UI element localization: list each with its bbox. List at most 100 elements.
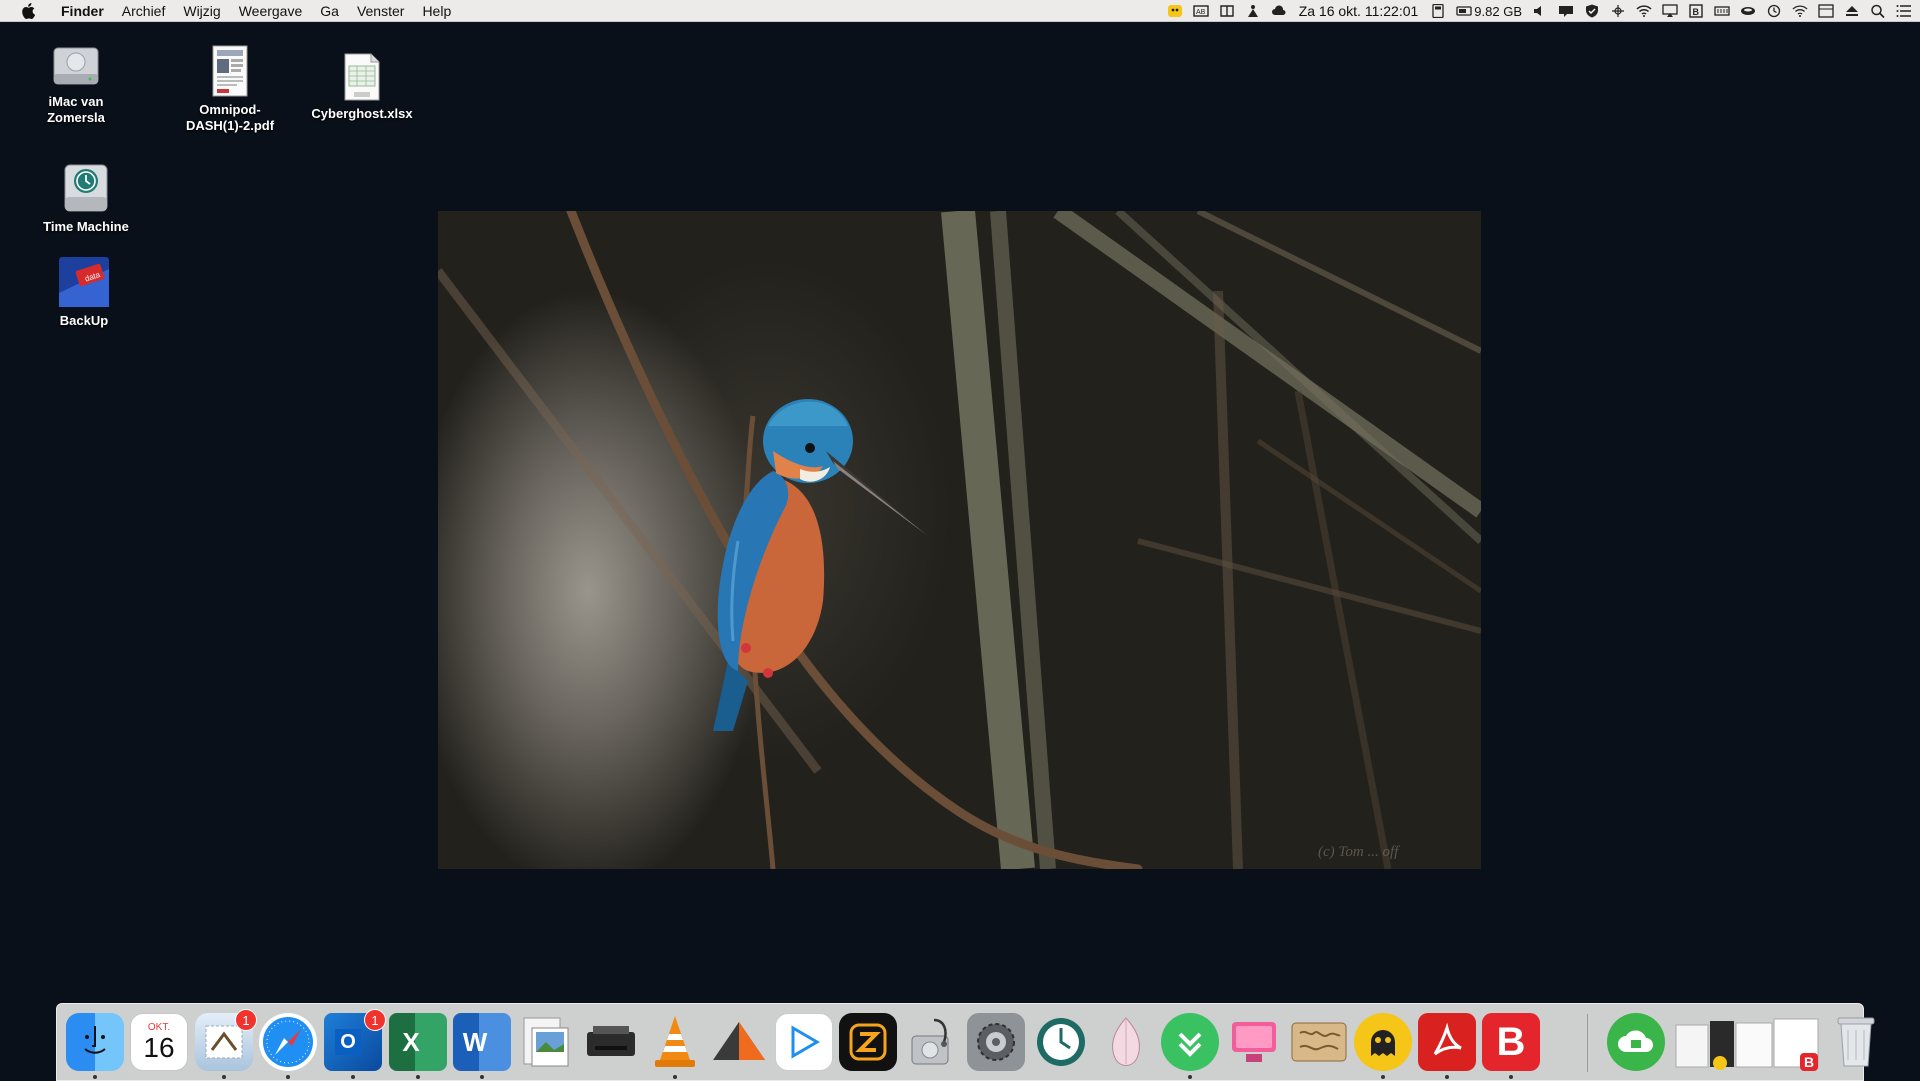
menu-finder[interactable]: Finder xyxy=(52,0,113,22)
spotlight-search-icon[interactable] xyxy=(1869,4,1886,18)
backup-drive-icon: data xyxy=(57,255,111,309)
compass-icon xyxy=(263,1017,313,1067)
desktop-icon-backup[interactable]: data BackUp xyxy=(29,255,139,329)
desktop-icon-cyberghost-xlsx[interactable]: Cyberghost.xlsx xyxy=(307,52,417,122)
desktop-icon-omnipod-pdf[interactable]: Omnipod- DASH(1)-2.pdf xyxy=(175,44,285,134)
crosshair-status-icon[interactable] xyxy=(1609,4,1626,18)
dock-system-preferences[interactable] xyxy=(967,1013,1025,1071)
time-machine-status-icon[interactable] xyxy=(1765,4,1782,18)
person-status-icon[interactable] xyxy=(1245,4,1262,18)
svg-text:B: B xyxy=(1804,1054,1814,1070)
bartender-status-icon[interactable]: B xyxy=(1687,4,1704,18)
finder-face-icon xyxy=(84,1026,106,1054)
wifi-icon[interactable] xyxy=(1635,4,1652,18)
dock-cleanmymac[interactable] xyxy=(1225,1013,1283,1071)
running-indicator xyxy=(1188,1075,1192,1079)
dock-upload-app[interactable] xyxy=(1607,1013,1665,1071)
notification-status-icon[interactable] xyxy=(1557,4,1574,18)
cloud-status-icon[interactable] xyxy=(1271,4,1288,18)
running-indicator xyxy=(480,1075,484,1079)
dock-preview[interactable] xyxy=(517,1013,575,1071)
airplay-icon[interactable] xyxy=(1661,4,1678,18)
running-indicator xyxy=(222,1075,226,1079)
coffee-status-icon[interactable] xyxy=(1739,4,1756,18)
menubar-clock[interactable]: Za 16 okt. 11:22:01 xyxy=(1297,3,1421,19)
gear-icon xyxy=(977,1023,1015,1061)
drive-status-icon xyxy=(1455,4,1472,18)
clock-icon xyxy=(1037,1018,1085,1066)
desktop-icon-label: iMac van Zomersla xyxy=(47,94,105,125)
volume-icon[interactable] xyxy=(1531,4,1548,18)
dock-artstudio[interactable] xyxy=(710,1013,768,1071)
dock-calendar[interactable]: OKT. 16 xyxy=(130,1013,188,1071)
computer-cleaner-icon xyxy=(1232,1022,1276,1062)
dock-infuse[interactable] xyxy=(775,1013,833,1071)
dock-garlic[interactable] xyxy=(1097,1013,1155,1071)
excel-letter-icon: X xyxy=(402,1026,420,1057)
running-indicator xyxy=(286,1075,290,1079)
calendar-day: 16 xyxy=(143,1031,175,1063)
running-indicator xyxy=(416,1075,420,1079)
apple-menu-icon[interactable] xyxy=(18,0,38,22)
desktop-icon-time-machine[interactable]: Time Machine xyxy=(31,163,141,235)
dock-bitdefender[interactable]: B xyxy=(1482,1013,1540,1071)
wifi-secondary-icon[interactable] xyxy=(1791,4,1808,18)
dock: OKT. 16 1 O 1 X W B B xyxy=(56,1003,1875,1081)
dock-world-map[interactable] xyxy=(1290,1013,1348,1071)
running-indicator xyxy=(1509,1075,1513,1079)
map-scroll-icon xyxy=(1291,1022,1347,1062)
stethoscope-disk-icon xyxy=(911,1018,949,1065)
book-status-icon[interactable] xyxy=(1219,4,1236,18)
desktop-icon-label: Cyberghost.xlsx xyxy=(311,106,413,121)
dock-outlook[interactable]: O 1 xyxy=(324,1009,386,1071)
dock-acrobat[interactable] xyxy=(1418,1013,1476,1071)
notification-center-icon[interactable] xyxy=(1895,4,1912,18)
dock-vlc[interactable] xyxy=(646,1013,704,1071)
storage-status[interactable]: 9.82 GB xyxy=(1455,4,1522,19)
desktop-icon-imac[interactable]: iMac van Zomersla xyxy=(21,40,131,126)
memory-status-icon[interactable] xyxy=(1713,4,1730,18)
hard-drive-icon xyxy=(50,40,102,90)
cyberghost-status-icon[interactable] xyxy=(1167,4,1184,18)
text-reader-status-icon[interactable]: AB xyxy=(1193,4,1210,18)
calendar-month: OKT. xyxy=(147,1021,171,1033)
eject-icon[interactable] xyxy=(1843,4,1860,18)
time-machine-drive-icon xyxy=(60,163,112,215)
dock-time-machine[interactable] xyxy=(1032,1013,1090,1071)
printer-icon xyxy=(587,1026,635,1056)
shield-icon[interactable] xyxy=(1583,4,1600,18)
trash-icon xyxy=(1837,1017,1875,1067)
running-indicator xyxy=(351,1075,355,1079)
zattoo-z-icon xyxy=(849,1023,887,1061)
dock-zattoo[interactable] xyxy=(839,1013,897,1071)
dock-excel[interactable]: X xyxy=(389,1013,447,1071)
acrobat-icon xyxy=(1433,1022,1462,1056)
dock-disk-utility[interactable] xyxy=(903,1013,961,1071)
menu-help[interactable]: Help xyxy=(413,0,460,22)
desktop-icon-label: BackUp xyxy=(59,313,109,328)
preview-photos-icon xyxy=(523,1017,569,1067)
running-indicator xyxy=(1381,1075,1385,1079)
ghost-icon xyxy=(1371,1030,1395,1056)
dock-safari[interactable] xyxy=(259,1013,317,1071)
running-indicator xyxy=(1445,1075,1449,1079)
menu-venster[interactable]: Venster xyxy=(348,0,413,22)
mail-unread-badge: 1 xyxy=(235,1009,257,1031)
menu-ga[interactable]: Ga xyxy=(311,0,348,22)
dock-printer[interactable] xyxy=(582,1013,640,1071)
dock-mail[interactable]: 1 xyxy=(195,1009,257,1071)
menu-wijzig[interactable]: Wijzig xyxy=(174,0,229,22)
kingfisher-photo: (c) Tom ... off xyxy=(438,211,1481,869)
svg-text:B: B xyxy=(1692,7,1699,17)
calculator-status-icon[interactable] xyxy=(1429,4,1446,18)
dock-cyberghost[interactable] xyxy=(1354,1013,1412,1071)
dock-documents-stack[interactable]: B xyxy=(1672,1013,1822,1071)
dock-word[interactable]: W xyxy=(453,1013,511,1071)
menu-archief[interactable]: Archief xyxy=(113,0,175,22)
bitdefender-b-icon: B xyxy=(1496,1019,1526,1064)
display-status-icon[interactable] xyxy=(1817,4,1834,18)
dock-finder[interactable] xyxy=(66,1013,124,1071)
dock-feedly[interactable] xyxy=(1161,1013,1219,1071)
menu-weergave[interactable]: Weergave xyxy=(230,0,312,22)
dock-trash[interactable] xyxy=(1827,1013,1885,1071)
